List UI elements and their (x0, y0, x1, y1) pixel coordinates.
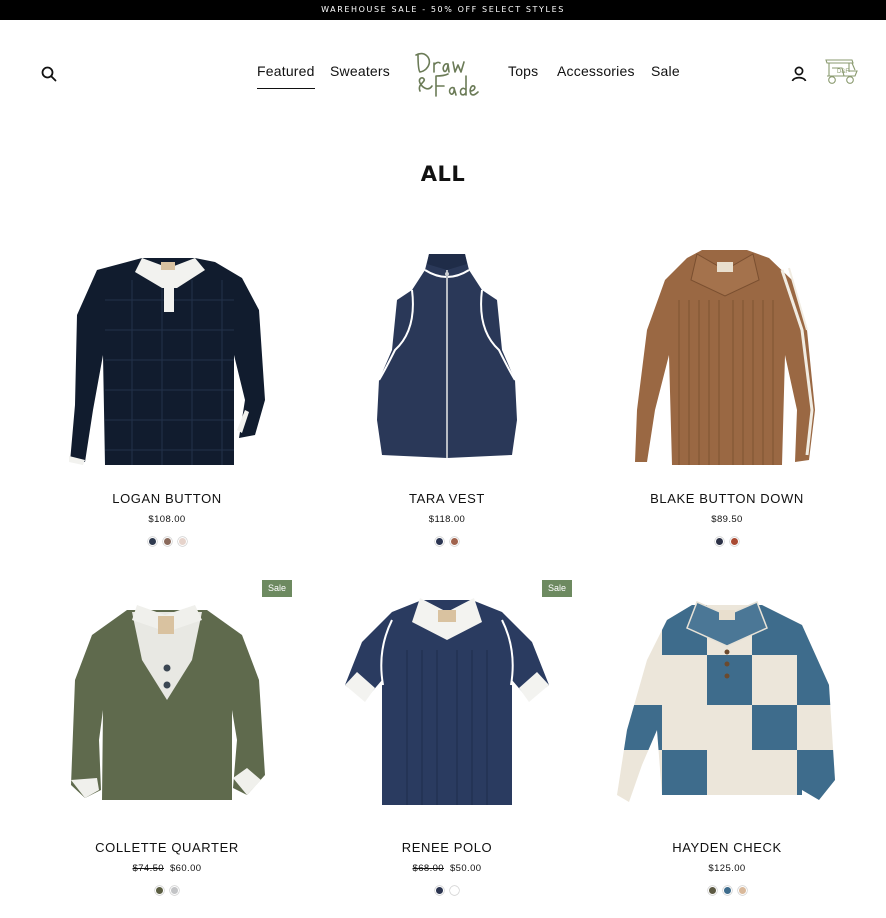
nav-featured[interactable]: Featured (257, 63, 315, 89)
swatch[interactable] (177, 537, 187, 546)
account-icon[interactable] (790, 65, 808, 83)
swatch[interactable] (715, 537, 724, 546)
swatch[interactable] (155, 886, 164, 895)
announcement-bar: WAREHOUSE SALE - 50% OFF SELECT STYLES (0, 0, 886, 20)
swatch[interactable] (730, 537, 739, 546)
swatch[interactable] (435, 537, 444, 546)
nav-sweaters[interactable]: Sweaters (330, 63, 390, 79)
product-image[interactable] (37, 240, 297, 470)
nav-sale[interactable]: Sale (651, 63, 680, 79)
price-original: $68.00 (412, 863, 444, 874)
product-image[interactable] (597, 240, 857, 470)
golf-cart-icon[interactable]: D&F (822, 56, 860, 88)
product-name[interactable]: BLAKE BUTTON DOWN (597, 491, 857, 506)
swatch[interactable] (450, 886, 459, 895)
product-name[interactable]: TARA VEST (317, 491, 577, 506)
svg-text:D&F: D&F (837, 69, 849, 75)
product-price: $118.00 (317, 514, 577, 525)
color-swatches (317, 537, 577, 546)
product-price: $125.00 (597, 863, 857, 874)
product-name[interactable]: RENEE POLO (317, 840, 577, 855)
product-name[interactable]: COLLETTE QUARTER (37, 840, 297, 855)
product-price: $74.50 $60.00 (37, 863, 297, 874)
swatch[interactable] (170, 886, 179, 895)
product-image[interactable] (597, 590, 857, 820)
swatch[interactable] (707, 886, 717, 895)
search-icon[interactable] (40, 65, 58, 83)
color-swatches (317, 886, 577, 895)
page-title: ALL (420, 162, 466, 186)
product-price: $108.00 (37, 514, 297, 525)
swatch[interactable] (162, 537, 172, 546)
color-swatches (597, 537, 857, 546)
swatch[interactable] (435, 886, 444, 895)
product-image[interactable] (317, 240, 577, 470)
product-price: $68.00 $50.00 (317, 863, 577, 874)
brand-logo[interactable] (410, 46, 484, 100)
price-current: $50.00 (450, 863, 482, 874)
color-swatches (37, 537, 297, 546)
swatch[interactable] (722, 886, 732, 895)
price-current: $125.00 (708, 863, 746, 874)
price-current: $118.00 (428, 514, 466, 525)
color-swatches (597, 886, 857, 895)
product-name[interactable]: HAYDEN CHECK (597, 840, 857, 855)
price-current: $60.00 (170, 863, 202, 874)
price-current: $108.00 (148, 514, 186, 525)
product-image[interactable] (317, 590, 577, 820)
sale-badge: Sale (262, 580, 292, 597)
product-image[interactable] (37, 590, 297, 820)
nav-accessories[interactable]: Accessories (557, 63, 635, 79)
swatch[interactable] (147, 537, 157, 546)
color-swatches (37, 886, 297, 895)
nav-tops[interactable]: Tops (508, 63, 538, 79)
product-price: $89.50 (597, 514, 857, 525)
price-current: $89.50 (711, 514, 743, 525)
sale-badge: Sale (542, 580, 572, 597)
swatch[interactable] (450, 537, 459, 546)
swatch[interactable] (737, 886, 747, 895)
price-original: $74.50 (132, 863, 164, 874)
product-name[interactable]: LOGAN BUTTON (37, 491, 297, 506)
